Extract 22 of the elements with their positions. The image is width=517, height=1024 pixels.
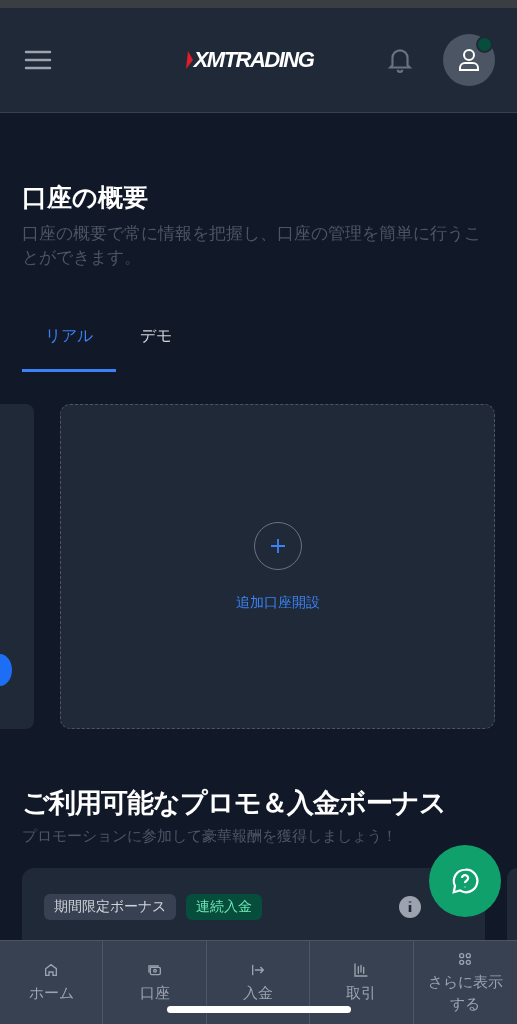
tab[interactable]: デモ xyxy=(116,326,196,372)
profile-button[interactable] xyxy=(443,34,495,86)
page-title: 口座の概要 xyxy=(22,182,149,214)
page-subtitle: 口座の概要で常に情報を把握し、口座の管理を簡単に行うことができます。 xyxy=(22,223,482,269)
wallet-icon xyxy=(146,962,163,978)
section-title: ご利用可能なプロモ＆入金ボーナス xyxy=(22,786,447,820)
menu-icon[interactable] xyxy=(24,49,52,71)
promo-tag: 期間限定ボーナス xyxy=(44,894,176,920)
help-icon xyxy=(450,866,480,896)
add-account-card[interactable]: 追加口座開設 xyxy=(60,404,495,729)
candlestick-icon xyxy=(353,962,370,978)
home-icon xyxy=(43,962,60,978)
arrow-right-icon xyxy=(250,962,266,978)
add-account-label: 追加口座開設 xyxy=(235,593,320,612)
info-icon[interactable] xyxy=(399,896,421,918)
promo-tag: 連続入金 xyxy=(186,894,262,920)
bell-icon[interactable] xyxy=(387,46,413,74)
logo-icon xyxy=(185,51,193,69)
tab[interactable]: リアル xyxy=(22,326,116,372)
grid-icon xyxy=(457,951,474,967)
logo[interactable]: XMTRADING xyxy=(193,47,314,73)
user-icon xyxy=(458,48,480,72)
